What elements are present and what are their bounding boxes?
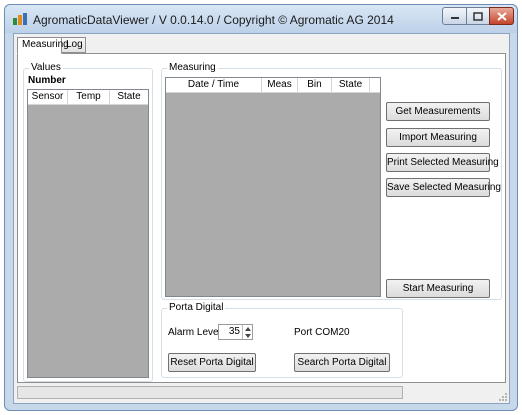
port-label: Port COM20 [294,327,350,338]
minimize-button[interactable] [442,7,467,25]
porta-digital-label: Porta Digital [167,302,226,313]
arrow-down-icon [244,333,251,338]
sensor-list-header: Sensor Temp State [28,90,148,105]
search-porta-digital-button[interactable]: Search Porta Digital [294,353,390,372]
measuring-list[interactable]: Date / Time Meas Bin State [165,77,381,297]
column-header-sensor[interactable]: Sensor [28,90,68,104]
close-button[interactable] [489,7,514,25]
get-measurements-button[interactable]: Get Measurements [386,102,490,121]
app-window: AgromaticDataViewer / V 0.0.14.0 / Copyr… [4,4,518,411]
window-title: AgromaticDataViewer / V 0.0.14.0 / Copyr… [33,13,394,27]
app-logo-icon [13,13,27,25]
resize-grip-icon[interactable] [497,391,507,401]
print-selected-measuring-button[interactable]: Print Selected Measuring [386,153,499,172]
column-header-bin[interactable]: Bin [298,78,332,92]
close-icon [496,11,507,21]
number-label: Number [28,75,66,86]
column-header-temp[interactable]: Temp [68,90,110,104]
alarm-level-label: Alarm Level [168,327,221,338]
minimize-icon [450,17,459,19]
alarm-level-value: 35 [228,326,240,337]
save-selected-measuring-button[interactable]: Save Selected Measuring [386,178,501,197]
column-header-date-time[interactable]: Date / Time [166,78,262,92]
alarm-level-stepper[interactable]: 35 [218,324,253,340]
measuring-tab-page: Values Number Sensor Temp State Measurin… [17,53,506,383]
reset-porta-digital-button[interactable]: Reset Porta Digital [168,353,256,372]
sensor-list[interactable]: Sensor Temp State [27,89,149,378]
values-group-label: Values [29,62,63,73]
measuring-group: Measuring Date / Time Meas Bin State Get… [161,62,502,300]
import-measuring-button[interactable]: Import Measuring [386,128,490,147]
porta-digital-group: Porta Digital Alarm Level 35 Port COM20 … [161,302,403,378]
stepper-down-button[interactable] [242,332,252,339]
tab-measuring[interactable]: Measuring [17,37,69,54]
title-bar[interactable]: AgromaticDataViewer / V 0.0.14.0 / Copyr… [5,5,517,33]
maximize-button[interactable] [466,7,490,25]
measuring-list-header: Date / Time Meas Bin State [166,78,380,93]
maximize-icon [473,11,483,21]
progress-bar [17,386,403,399]
column-header-state[interactable]: State [332,78,370,92]
status-bar [14,383,509,403]
start-measuring-button[interactable]: Start Measuring [386,279,490,298]
values-group: Values Number Sensor Temp State [23,62,153,382]
client-area: Measuring Log Values Number Sensor Temp … [13,33,510,404]
column-header-meas[interactable]: Meas [262,78,298,92]
column-header-state[interactable]: State [110,90,148,104]
arrow-up-icon [244,326,251,331]
measuring-group-label: Measuring [167,62,218,73]
stepper-up-button[interactable] [242,325,252,332]
